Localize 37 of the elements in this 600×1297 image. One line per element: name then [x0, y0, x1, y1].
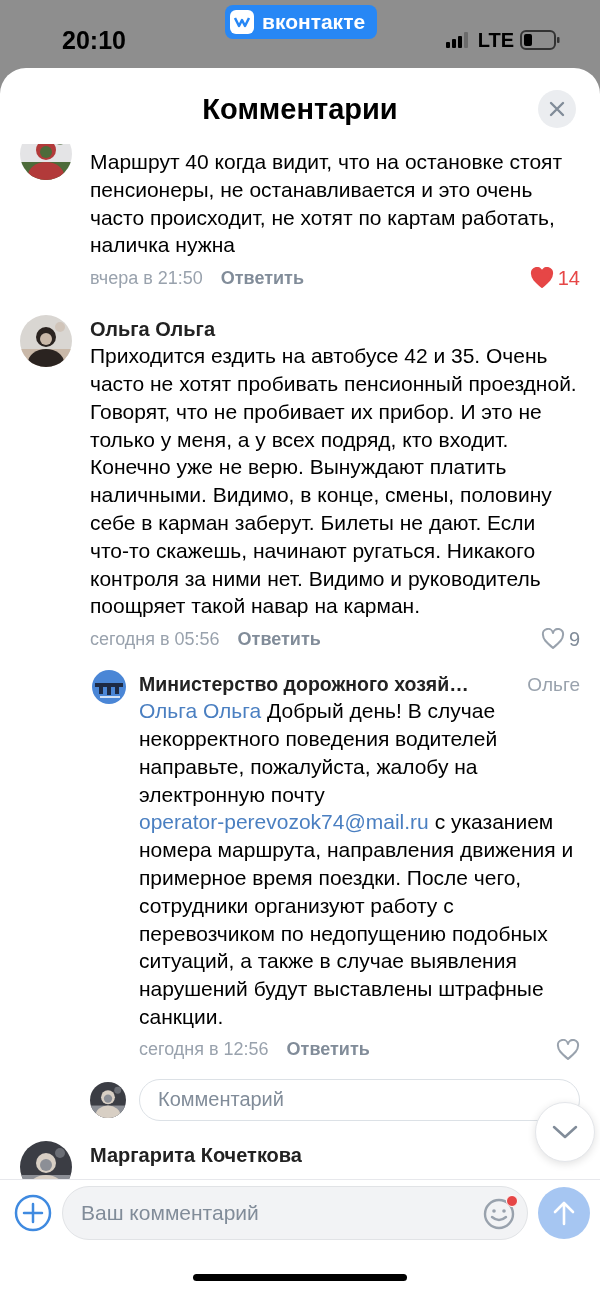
author-name[interactable]: Маргарита Кочеткова — [90, 1141, 302, 1168]
mention-link[interactable]: Ольга Ольга — [139, 699, 262, 723]
comment-input-field[interactable]: Ваш комментарий — [62, 1186, 528, 1240]
email-link[interactable]: operator-perevozok74@mail.ru — [139, 810, 429, 834]
app-badge[interactable]: вконтакте — [225, 5, 378, 39]
logo-icon — [230, 10, 254, 34]
send-button[interactable] — [538, 1187, 590, 1239]
comment-time: сегодня в 05:56 — [90, 628, 220, 650]
like-count: 14 — [557, 266, 580, 290]
addressee-label: Ольге — [527, 674, 580, 697]
author-name[interactable]: Ольга Ольга — [90, 316, 216, 343]
network-label: LTE — [477, 28, 514, 52]
comment-time: сегодня в 12:56 — [139, 1039, 269, 1061]
scroll-down-button[interactable] — [535, 1102, 595, 1162]
sheet-title: Комментарии — [202, 92, 398, 126]
reply-link[interactable]: Ответить — [220, 267, 304, 289]
comment-time: вчера в 21:50 — [90, 267, 203, 289]
heart-icon[interactable] — [556, 1038, 580, 1061]
logo-icon — [92, 670, 126, 705]
status-time: 20:10 — [62, 25, 126, 55]
chevron-down-icon — [551, 1124, 579, 1140]
attach-button[interactable] — [14, 1194, 52, 1232]
author-name[interactable]: Министерство дорожного хозяй… — [139, 671, 469, 698]
comment-text: Маршрут 40 когда видит, что на остановке стоят пенсионеры, не останавливается и это очень часто происходит, не хотят по картам работать, наличка нужна — [90, 149, 564, 259]
close-icon — [548, 100, 566, 118]
plus-icon — [14, 1194, 52, 1232]
heart-icon[interactable] — [529, 267, 554, 290]
comment-text: Приходится ездить на автобусе 42 и 35. Очень часто не хотят пробивать пенсионный проездной. Говорят, что не пробивает их прибор. И это не только у меня, а у всех подряд, кто входит. Конечно уже не верю. Вынуждают платить наличными. Видимо, в конце, смены, половину себе в карман заберут. Билеты не дают. Если что-то скажешь, начинают ругаться. Никакого контроля за ними нет. Видимо и руководитель поощряет такой навар на карман. — [90, 343, 578, 620]
reply-link[interactable]: Ответить — [237, 628, 321, 650]
like-count: 9 — [568, 627, 580, 651]
heart-icon[interactable] — [540, 628, 565, 651]
arrow-up-icon — [552, 1200, 576, 1226]
reply-text: Ольга Ольга Добрый день! В случае некорректного поведения водителей направьте, пожалуйста, жалобу на электронную почту operator-perevozok74@mail.ru с указанием номера маршрута, направления движения и примерное время поездки. После чего, сотрудники организуют работу с перевозчиком по недопущению подобных ситуаций, а также в случае выявления нарушений будут выставлены штрафные санкции. — [139, 698, 575, 1030]
reply-input-field[interactable]: Комментарий — [139, 1078, 580, 1121]
close-button[interactable] — [538, 90, 576, 128]
reply-link[interactable]: Ответить — [286, 1039, 370, 1061]
battery-icon — [520, 30, 560, 50]
